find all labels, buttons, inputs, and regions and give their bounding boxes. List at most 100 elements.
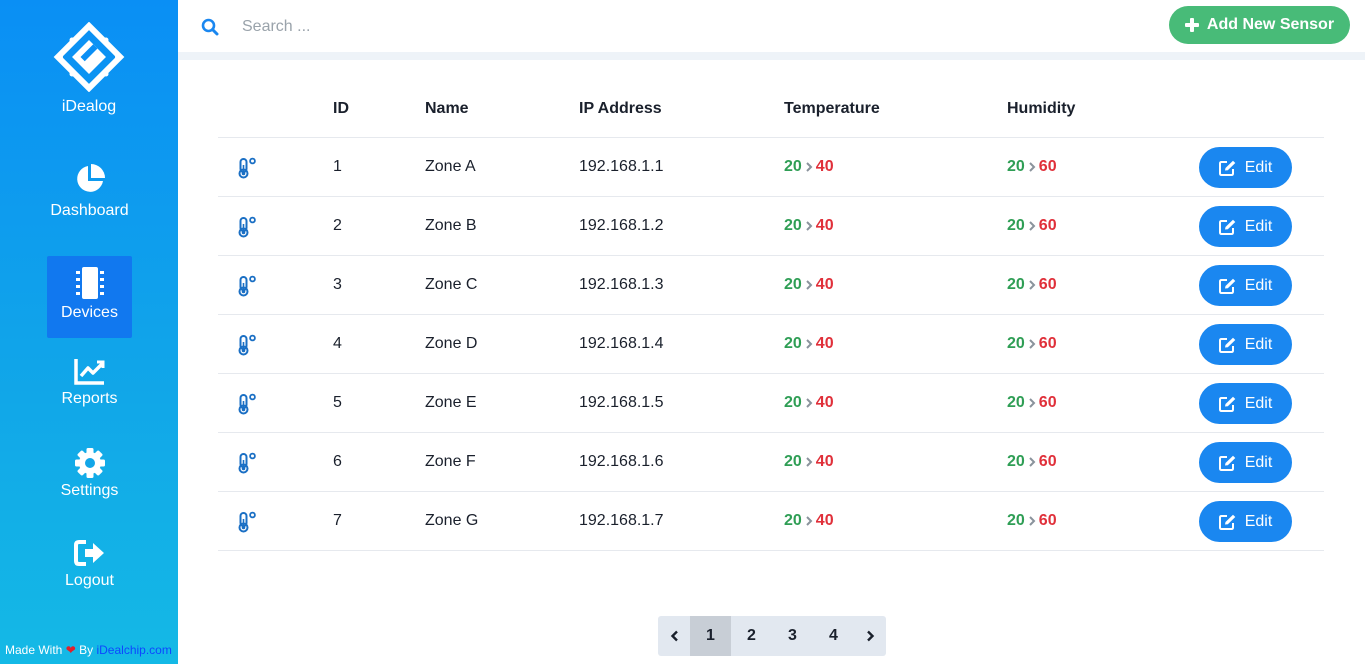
row-name: Zone E (425, 394, 477, 411)
sidebar-item-settings[interactable]: Settings (47, 446, 132, 528)
chip-icon (75, 267, 104, 299)
row-ip-address: 192.168.1.2 (579, 217, 664, 234)
edit-button[interactable]: Edit (1199, 265, 1292, 306)
pagination-page-4[interactable]: 4 (813, 616, 854, 656)
table-header: ID Name IP Address Temperature Humidity (218, 78, 1324, 138)
topbar-divider (178, 52, 1365, 60)
thermometer-icon (238, 334, 256, 356)
pie-chart-icon (76, 164, 105, 192)
row-id: 5 (333, 394, 342, 411)
humidity-max: 60 (1038, 158, 1057, 175)
table-row: 5 Zone E 192.168.1.5 20 40 20 60 Edit (218, 374, 1324, 433)
pagination-page-2[interactable]: 2 (731, 616, 772, 656)
thermometer-icon (238, 393, 256, 415)
pagination-prev[interactable] (658, 616, 690, 656)
temperature-max: 40 (815, 335, 834, 352)
app-name: iDealog (61, 98, 117, 115)
sidebar-item-label: Settings (60, 482, 119, 499)
chevron-right-icon (866, 630, 874, 642)
chevron-right-icon (1029, 457, 1036, 467)
humidity-range: 20 60 (1007, 394, 1057, 412)
row-id: 4 (333, 335, 342, 352)
footer-made-with: Made With (5, 643, 63, 657)
row-id: 2 (333, 217, 342, 234)
temperature-min: 20 (784, 158, 802, 175)
column-header-ip: IP Address (579, 100, 662, 117)
edit-icon (1218, 396, 1236, 412)
humidity-min: 20 (1007, 217, 1025, 234)
pagination: 1234 (658, 616, 886, 656)
edit-icon (1218, 219, 1236, 235)
humidity-max: 60 (1038, 217, 1057, 234)
idealog-logo-icon (53, 22, 125, 92)
table-row: 7 Zone G 192.168.1.7 20 40 20 60 Edit (218, 492, 1324, 551)
edit-button[interactable]: Edit (1199, 501, 1292, 542)
edit-label: Edit (1244, 217, 1273, 235)
temperature-min: 20 (784, 217, 802, 234)
table-row: 2 Zone B 192.168.1.2 20 40 20 60 Edit (218, 197, 1324, 256)
line-chart-icon (73, 359, 104, 385)
thermometer-icon (238, 216, 256, 238)
table-row: 4 Zone D 192.168.1.4 20 40 20 60 Edit (218, 315, 1324, 374)
sensors-table: ID Name IP Address Temperature Humidity … (218, 78, 1324, 551)
chevron-right-icon (1029, 280, 1036, 290)
thermometer-icon (238, 157, 256, 179)
pagination-next[interactable] (854, 616, 886, 656)
edit-label: Edit (1244, 512, 1273, 530)
edit-icon (1218, 455, 1236, 471)
table-row: 3 Zone C 192.168.1.3 20 40 20 60 Edit (218, 256, 1324, 315)
humidity-range: 20 60 (1007, 276, 1057, 294)
column-header-id: ID (333, 100, 349, 117)
add-new-sensor-button[interactable]: Add New Sensor (1169, 6, 1350, 44)
pagination-page-1[interactable]: 1 (690, 616, 731, 656)
chevron-right-icon (806, 339, 813, 349)
temperature-max: 40 (815, 453, 834, 470)
edit-icon (1218, 160, 1236, 176)
sidebar-item-label: Dashboard (50, 202, 129, 219)
edit-button[interactable]: Edit (1199, 206, 1292, 247)
table-row: 6 Zone F 192.168.1.6 20 40 20 60 Edit (218, 433, 1324, 492)
row-ip-address: 192.168.1.5 (579, 394, 664, 411)
search-icon[interactable] (201, 18, 219, 36)
edit-icon (1218, 278, 1236, 294)
humidity-min: 20 (1007, 453, 1025, 470)
row-name: Zone A (425, 158, 476, 175)
humidity-range: 20 60 (1007, 335, 1057, 353)
row-ip-address: 192.168.1.7 (579, 512, 664, 529)
sidebar-item-reports[interactable]: Reports (47, 356, 132, 438)
temperature-min: 20 (784, 335, 802, 352)
search-input[interactable] (242, 14, 642, 40)
pagination-page-3[interactable]: 3 (772, 616, 813, 656)
brand[interactable]: iDealog (0, 22, 178, 116)
edit-button[interactable]: Edit (1199, 442, 1292, 483)
row-id: 3 (333, 276, 342, 293)
sidebar-item-dashboard[interactable]: Dashboard (47, 162, 132, 244)
edit-button[interactable]: Edit (1199, 147, 1292, 188)
sidebar-item-devices[interactable]: Devices (47, 256, 132, 338)
humidity-max: 60 (1038, 453, 1057, 470)
add-new-sensor-label: Add New Sensor (1206, 16, 1335, 33)
chevron-right-icon (806, 280, 813, 290)
footer-site-link[interactable]: iDealchip.com (96, 643, 171, 657)
row-ip-address: 192.168.1.1 (579, 158, 664, 175)
chevron-right-icon (1029, 162, 1036, 172)
column-header-humidity: Humidity (1007, 100, 1076, 117)
chevron-right-icon (1029, 398, 1036, 408)
humidity-range: 20 60 (1007, 158, 1057, 176)
temperature-range: 20 40 (784, 276, 834, 294)
edit-button[interactable]: Edit (1199, 324, 1292, 365)
sidebar-item-logout[interactable]: Logout (47, 538, 132, 620)
thermometer-icon (238, 452, 256, 474)
humidity-range: 20 60 (1007, 453, 1057, 471)
column-header-name: Name (425, 100, 469, 117)
sidebar-item-label: Logout (65, 572, 114, 589)
footer-credit: Made With ❤ By iDealchip.com (5, 643, 172, 657)
edit-button[interactable]: Edit (1199, 383, 1292, 424)
sidebar: iDealog Dashboard Devices Reports Settin… (0, 0, 178, 664)
temperature-max: 40 (815, 394, 834, 411)
temperature-min: 20 (784, 276, 802, 293)
thermometer-icon (238, 511, 256, 533)
temperature-max: 40 (815, 217, 834, 234)
row-name: Zone D (425, 335, 478, 352)
temperature-min: 20 (784, 453, 802, 470)
